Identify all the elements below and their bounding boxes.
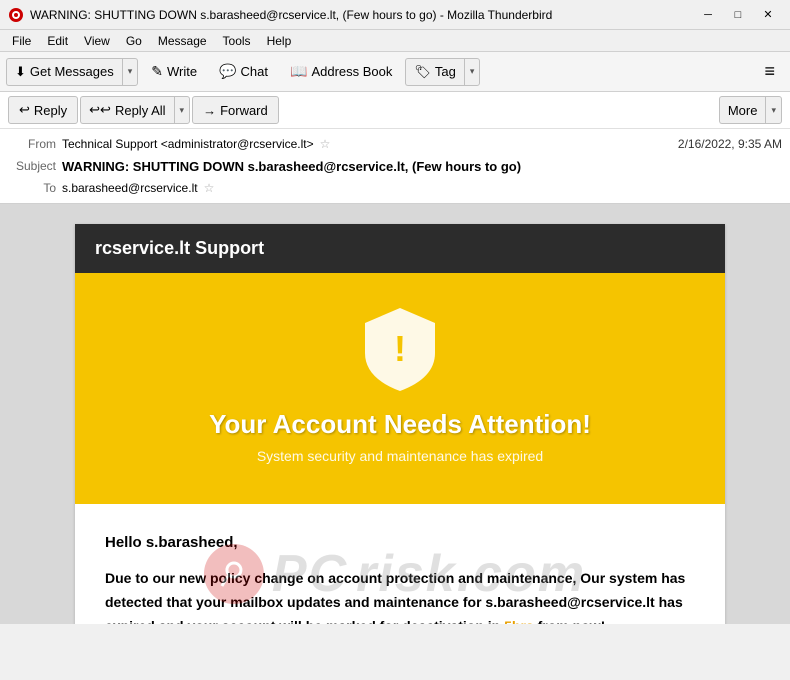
subject-value: WARNING: SHUTTING DOWN s.barasheed@rcser… [62, 159, 521, 174]
more-label: More [728, 103, 758, 118]
write-label: Write [167, 64, 197, 79]
reply-all-icon: ↩↩ [89, 102, 111, 118]
menubar: File Edit View Go Message Tools Help [0, 30, 790, 52]
close-button[interactable]: ✕ [754, 4, 782, 26]
to-star-icon[interactable]: ☆ [204, 181, 215, 195]
toolbar: ⬇ Get Messages ▾ ✎ Write 💬 Chat 📖 Addres… [0, 52, 790, 92]
reply-all-dropdown[interactable]: ▾ [174, 96, 191, 124]
menu-help[interactable]: Help [259, 32, 300, 50]
alert-subtitle: System security and maintenance has expi… [95, 448, 705, 464]
email-text-area: Hello s.barasheed, Due to our new policy… [75, 504, 725, 624]
get-messages-icon: ⬇ [15, 64, 26, 80]
tag-split: 🏷 Tag ▾ [405, 58, 480, 86]
menu-go[interactable]: Go [118, 32, 150, 50]
tag-dropdown[interactable]: ▾ [464, 58, 481, 86]
more-chevron-icon: ▾ [771, 105, 776, 116]
window-title: WARNING: SHUTTING DOWN s.barasheed@rcser… [30, 8, 694, 22]
menu-view[interactable]: View [76, 32, 118, 50]
to-label: To [8, 181, 56, 195]
subject-row: Subject WARNING: SHUTTING DOWN s.barashe… [8, 155, 782, 177]
to-value: s.barasheed@rcservice.lt [62, 181, 198, 195]
email-content-area: rcservice.lt Support ! Your Account Need… [0, 204, 790, 624]
forward-label: Forward [220, 103, 268, 118]
get-messages-button[interactable]: ⬇ Get Messages [6, 58, 122, 86]
tag-icon: 🏷 [414, 64, 431, 80]
reply-all-button[interactable]: ↩↩ Reply All [80, 96, 173, 124]
address-book-button[interactable]: 📖 Address Book [281, 57, 401, 87]
menu-message[interactable]: Message [150, 32, 215, 50]
alert-title: Your Account Needs Attention! [95, 409, 705, 440]
app-icon [8, 7, 24, 23]
more-dropdown[interactable]: ▾ [765, 96, 782, 124]
from-value: Technical Support <administrator@rcservi… [62, 137, 314, 151]
reply-all-split: ↩↩ Reply All ▾ [80, 96, 190, 124]
chat-icon: 💬 [219, 63, 236, 80]
reply-all-chevron-icon: ▾ [180, 105, 185, 116]
titlebar: WARNING: SHUTTING DOWN s.barasheed@rcser… [0, 0, 790, 30]
write-icon: ✎ [151, 63, 163, 80]
get-messages-dropdown[interactable]: ▾ [122, 58, 139, 86]
menu-button[interactable]: ≡ [755, 57, 784, 87]
forward-button[interactable]: → Forward [192, 96, 279, 124]
from-label: From [8, 137, 56, 151]
email-banner-header: rcservice.lt Support [75, 224, 725, 273]
get-messages-split: ⬇ Get Messages ▾ [6, 58, 138, 86]
to-row: To s.barasheed@rcservice.lt ☆ [8, 177, 782, 199]
tag-chevron-icon: ▾ [470, 66, 475, 77]
chat-button[interactable]: 💬 Chat [210, 57, 277, 87]
email-paragraph: Due to our new policy change on account … [105, 567, 695, 624]
tag-label: Tag [435, 64, 456, 79]
header-rows: From Technical Support <administrator@rc… [0, 129, 790, 203]
svg-text:!: ! [394, 328, 406, 369]
tag-button[interactable]: 🏷 Tag [405, 58, 463, 86]
shield-icon-wrapper: ! [95, 303, 705, 393]
hamburger-icon: ≡ [764, 61, 775, 82]
more-button[interactable]: More [719, 96, 766, 124]
date-value: 2/16/2022, 9:35 AM [678, 137, 782, 151]
menu-file[interactable]: File [4, 32, 39, 50]
email-body: rcservice.lt Support ! Your Account Need… [75, 224, 725, 624]
email-highlight: 5hrs [504, 618, 534, 624]
message-header: ↩ Reply ↩↩ Reply All ▾ → Forward More ▾ [0, 92, 790, 204]
email-scroll-content: rcservice.lt Support ! Your Account Need… [0, 204, 790, 624]
subject-label: Subject [8, 159, 56, 173]
from-star-icon[interactable]: ☆ [320, 137, 331, 151]
from-row: From Technical Support <administrator@rc… [8, 133, 782, 155]
maximize-button[interactable]: □ [724, 4, 752, 26]
get-messages-label: Get Messages [30, 64, 114, 79]
reply-button[interactable]: ↩ Reply [8, 96, 78, 124]
action-bar: ↩ Reply ↩↩ Reply All ▾ → Forward More ▾ [0, 92, 790, 129]
menu-tools[interactable]: Tools [215, 32, 259, 50]
write-button[interactable]: ✎ Write [142, 57, 206, 87]
banner-title: rcservice.lt Support [95, 238, 264, 258]
shield-icon: ! [360, 303, 440, 393]
forward-icon: → [203, 103, 216, 118]
email-alert-banner: ! Your Account Needs Attention! System s… [75, 273, 725, 504]
reply-label: Reply [34, 103, 67, 118]
email-paragraph-text: Due to our new policy change on account … [105, 570, 685, 624]
address-book-icon: 📖 [290, 63, 307, 80]
email-greeting: Hello s.barasheed, [105, 534, 695, 551]
chevron-down-icon: ▾ [128, 66, 133, 77]
minimize-button[interactable]: ─ [694, 4, 722, 26]
reply-all-label: Reply All [115, 103, 166, 118]
menu-edit[interactable]: Edit [39, 32, 76, 50]
more-split: More ▾ [719, 96, 782, 124]
window-controls: ─ □ ✕ [694, 4, 782, 26]
email-paragraph-end: from now! [534, 618, 606, 624]
reply-icon: ↩ [19, 102, 30, 118]
chat-label: Chat [241, 64, 268, 79]
address-book-label: Address Book [311, 64, 392, 79]
